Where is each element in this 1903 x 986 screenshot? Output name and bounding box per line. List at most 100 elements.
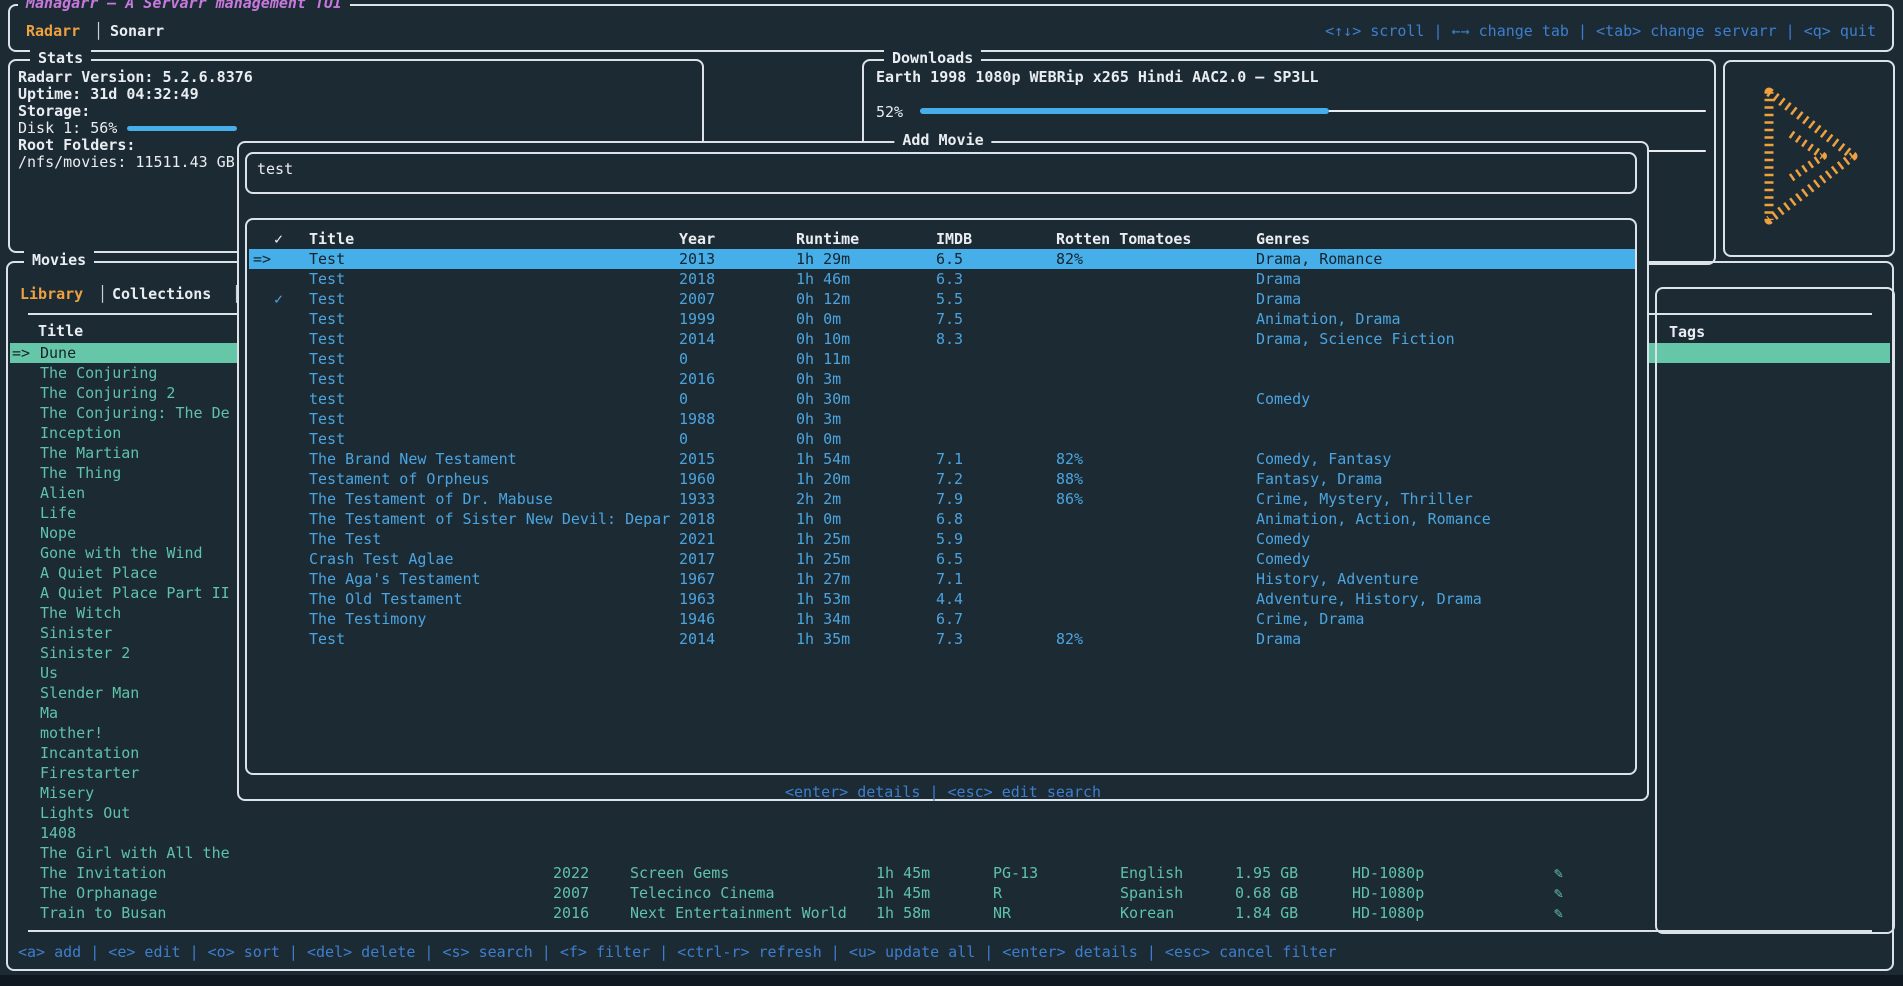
result-year-cell: 1960 xyxy=(679,469,715,489)
bottom-keybind-hints: <a> add | <e> edit | <o> sort | <del> de… xyxy=(18,943,1337,961)
file-year-cell: 2016 xyxy=(553,903,589,923)
file-runtime-cell: 1h 58m xyxy=(876,903,930,923)
movie-list-item[interactable]: The Girl with All the xyxy=(10,843,1890,863)
result-title-cell: Test xyxy=(309,349,345,369)
downloads-panel-title: Downloads xyxy=(884,49,981,67)
result-title-cell: The Aga's Testament xyxy=(309,569,481,589)
row-selection-marker: => xyxy=(253,249,271,269)
file-rating-cell: NR xyxy=(993,903,1011,923)
search-result-row[interactable]: The Test20211h 25m5.9Comedy xyxy=(249,529,1635,549)
result-title-cell: Test xyxy=(309,309,345,329)
search-results-table: ✓ Title Year Runtime IMDB Rotten Tomatoe… xyxy=(245,218,1637,775)
result-imdb-cell: 6.5 xyxy=(936,549,963,569)
movie-title: A Quiet Place xyxy=(40,563,157,583)
result-rotten-tomatoes-cell: 82% xyxy=(1056,449,1083,469)
col-genres: Genres xyxy=(1256,229,1310,249)
result-year-cell: 2007 xyxy=(679,289,715,309)
search-result-row[interactable]: The Testament of Sister New Devil: Depar… xyxy=(249,509,1635,529)
result-year-cell: 1999 xyxy=(679,309,715,329)
search-result-row[interactable]: Test20140h 10m8.3Drama, Science Fiction xyxy=(249,329,1635,349)
movie-file-row[interactable]: 2022Screen Gems1h 45mPG-13English1.95 GB… xyxy=(8,863,1608,883)
result-year-cell: 0 xyxy=(679,349,688,369)
movie-file-row[interactable]: 2016Next Entertainment World1h 58mNRKore… xyxy=(8,903,1608,923)
movie-title: Misery xyxy=(40,783,94,803)
result-genres-cell: Crime, Mystery, Thriller xyxy=(1256,489,1473,509)
movie-list-item[interactable]: 1408 xyxy=(10,823,1890,843)
movies-tab-divider: │ xyxy=(98,285,107,303)
disk-usage-line: Disk 1: 56% xyxy=(18,120,253,137)
root-folder-value: /nfs/movies: 11511.43 GB xyxy=(18,154,253,171)
movie-title: Gone with the Wind xyxy=(40,543,203,563)
result-runtime-cell: 0h 0m xyxy=(796,309,841,329)
movie-title: Alien xyxy=(40,483,85,503)
search-result-row[interactable]: Test 0 0h 11m xyxy=(249,349,1635,369)
result-year-cell: 0 xyxy=(679,429,688,449)
tab-library[interactable]: Library xyxy=(20,285,83,303)
selection-marker: => xyxy=(12,343,38,363)
result-imdb-cell: 6.5 xyxy=(936,249,963,269)
movies-title-column-header: Title xyxy=(38,322,83,340)
file-quality-cell: HD-1080p xyxy=(1352,883,1424,903)
movie-title: A Quiet Place Part II xyxy=(40,583,230,603)
result-runtime-cell: 1h 34m xyxy=(796,609,850,629)
file-year-cell: 2007 xyxy=(553,883,589,903)
result-year-cell: 2021 xyxy=(679,529,715,549)
search-result-row[interactable]: ✓Test20070h 12m5.5Drama xyxy=(249,289,1635,309)
file-year-cell: 2022 xyxy=(553,863,589,883)
result-year-cell: 2018 xyxy=(679,269,715,289)
search-result-row[interactable]: Test19880h 3m xyxy=(249,409,1635,429)
tags-column-header: Tags xyxy=(1669,323,1705,341)
result-imdb-cell: 4.4 xyxy=(936,589,963,609)
result-title-cell: The Test xyxy=(309,529,381,549)
pencil-icon: ✎ xyxy=(1554,903,1563,923)
search-result-row[interactable]: The Testament of Dr. Mabuse19332h 2m7.98… xyxy=(249,489,1635,509)
tab-divider: │ xyxy=(94,22,103,40)
file-studio-cell: Telecinco Cinema xyxy=(630,883,775,903)
stats-panel-title: Stats xyxy=(30,49,91,67)
tab-radarr[interactable]: Radarr xyxy=(26,22,80,40)
result-title-cell: The Testimony xyxy=(309,609,426,629)
disk-usage-bar xyxy=(127,126,237,131)
movie-title: The Witch xyxy=(40,603,121,623)
search-result-row[interactable]: The Aga's Testament19671h 27m7.1History,… xyxy=(249,569,1635,589)
search-result-row[interactable]: The Testimony19461h 34m6.7Crime, Drama xyxy=(249,609,1635,629)
result-title-cell: Test xyxy=(309,409,345,429)
result-imdb-cell: 7.3 xyxy=(936,629,963,649)
search-result-row[interactable]: Test19990h 0m7.5Animation, Drama xyxy=(249,309,1635,329)
result-year-cell: 2015 xyxy=(679,449,715,469)
result-year-cell: 1963 xyxy=(679,589,715,609)
search-result-row[interactable]: =>Test20131h 29m6.582%Drama, Romance xyxy=(249,249,1635,269)
result-genres-cell: History, Adventure xyxy=(1256,569,1419,589)
result-year-cell: 2013 xyxy=(679,249,715,269)
movie-file-row[interactable]: 2007Telecinco Cinema1h 45mRSpanish0.68 G… xyxy=(8,883,1608,903)
file-lang-cell: Spanish xyxy=(1120,883,1183,903)
movie-list-item[interactable]: Lights Out xyxy=(10,803,1890,823)
movie-search-input[interactable] xyxy=(255,159,1619,179)
app-title: Managarr – A Servarr management TUI xyxy=(18,0,350,12)
result-runtime-cell: 0h 11m xyxy=(796,349,850,369)
storage-label: Storage: xyxy=(18,103,253,120)
search-result-row[interactable]: The Brand New Testament20151h 54m7.182%C… xyxy=(249,449,1635,469)
result-imdb-cell: 6.8 xyxy=(936,509,963,529)
search-result-row[interactable]: Crash Test Aglae20171h 25m6.5Comedy xyxy=(249,549,1635,569)
file-rating-cell: R xyxy=(993,883,1002,903)
search-result-row[interactable]: The Old Testament19631h 53m4.4Adventure,… xyxy=(249,589,1635,609)
search-result-row[interactable]: Test20181h 46m6.3Drama xyxy=(249,269,1635,289)
result-runtime-cell: 1h 35m xyxy=(796,629,850,649)
keybind-separator xyxy=(28,930,1872,932)
movies-panel-title: Movies xyxy=(24,251,94,269)
search-result-row[interactable]: Test00h 0m xyxy=(249,429,1635,449)
root-folders-label: Root Folders: xyxy=(18,137,253,154)
movie-title: Inception xyxy=(40,423,121,443)
col-title: Title xyxy=(309,229,354,249)
result-title-cell: The Brand New Testament xyxy=(309,449,517,469)
result-runtime-cell: 1h 0m xyxy=(796,509,841,529)
search-result-row[interactable]: Test20160h 3m xyxy=(249,369,1635,389)
tab-sonarr[interactable]: Sonarr xyxy=(110,22,164,40)
search-result-row[interactable]: Testament of Orpheus19601h 20m7.288%Fant… xyxy=(249,469,1635,489)
tab-collections[interactable]: Collections xyxy=(112,285,211,303)
search-result-row[interactable]: Test20141h 35m7.382%Drama xyxy=(249,629,1635,649)
search-result-row[interactable]: test00h 30mComedy xyxy=(249,389,1635,409)
file-size-cell: 1.95 GB xyxy=(1235,863,1298,883)
results-header-row: ✓ Title Year Runtime IMDB Rotten Tomatoe… xyxy=(249,229,1635,249)
